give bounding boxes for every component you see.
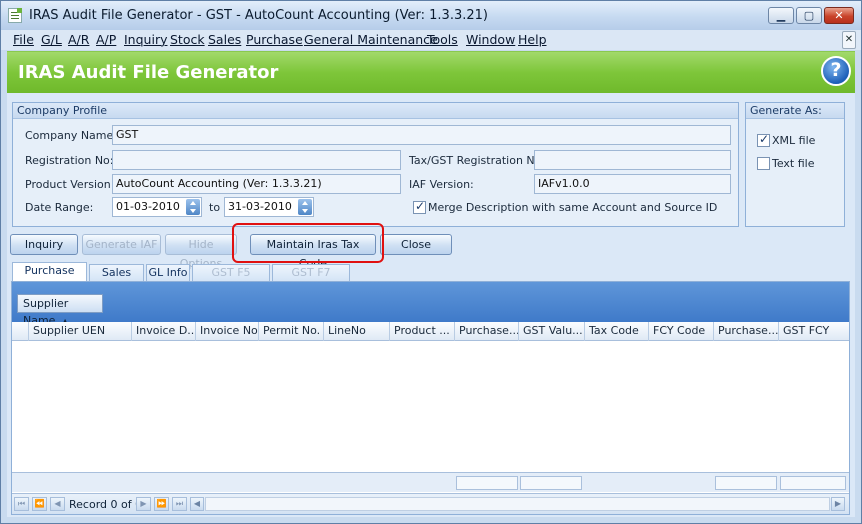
menu-ar[interactable]: A/R [68, 32, 89, 47]
tax-reg-label: Tax/GST Registration No: [409, 154, 546, 167]
menu-purchase[interactable]: Purchase [246, 32, 303, 47]
form-title: IRAS Audit File Generator [18, 62, 279, 83]
next-record-icon[interactable]: ▶ [136, 497, 151, 511]
first-record-icon[interactable]: ⏮ [14, 497, 29, 511]
footer-purchase-total [456, 476, 518, 490]
previous-record-icon[interactable]: ◀ [50, 497, 65, 511]
previous-page-icon[interactable]: ⏪ [32, 497, 47, 511]
registration-no-label: Registration No: [25, 154, 114, 167]
menu-ap[interactable]: A/P [96, 32, 116, 47]
generate-iaf-button[interactable]: Generate IAF [82, 234, 161, 255]
product-version-field: AutoCount Accounting (Ver: 1.3.3.21) [112, 174, 401, 194]
record-navigator: ⏮ ⏪ ◀ Record 0 of 0 ▶ ⏩ ⏭ ◀ ▶ [12, 493, 849, 514]
text-file-checkbox[interactable] [757, 157, 770, 170]
company-profile-caption: Company Profile [13, 103, 738, 119]
date-from-value: 01-03-2010 [116, 200, 180, 213]
col-gst-fcy[interactable]: GST FCY [778, 322, 849, 341]
col-permit-no[interactable]: Permit No. [258, 322, 323, 341]
date-from-dropdown-icon[interactable] [186, 199, 200, 215]
record-counter: Record 0 of 0 [69, 498, 143, 511]
iaf-version-field: IAFv1.0.0 [534, 174, 731, 194]
iaf-version-label: IAF Version: [409, 178, 474, 191]
footer-gst-total [520, 476, 582, 490]
xml-file-checkbox[interactable] [757, 132, 770, 147]
close-window-button[interactable]: ✕ [824, 7, 854, 24]
maximize-icon: ▢ [803, 9, 815, 22]
date-to-value: 31-03-2010 [228, 200, 292, 213]
date-from-input[interactable]: 01-03-2010 [112, 197, 202, 217]
tab-gst-f5-return[interactable]: GST F5 Return [192, 264, 270, 294]
footer-purchase-fcy-total [715, 476, 777, 490]
menu-general-maintenance[interactable]: General Maintenance [304, 32, 438, 47]
col-tax-code[interactable]: Tax Code [584, 322, 648, 341]
row-selector-header [12, 322, 24, 341]
app-icon [8, 8, 22, 23]
tab-gst-f7-return[interactable]: GST F7 Return [272, 264, 350, 294]
menu-help[interactable]: Help [518, 32, 547, 47]
date-to-dropdown-icon[interactable] [298, 199, 312, 215]
tab-sales-info[interactable]: Sales Info [89, 264, 144, 294]
col-line-no[interactable]: LineNo [323, 322, 389, 341]
registration-no-field[interactable] [112, 150, 401, 170]
col-invoice-date[interactable]: Invoice D... [131, 322, 195, 341]
col-purchase-value[interactable]: Purchase... [454, 322, 518, 341]
menu-file[interactable]: File [13, 32, 34, 47]
column-header-row: Supplier UEN Invoice D... Invoice No. Pe… [12, 322, 849, 341]
app-window: IRAS Audit File Generator - GST - AutoCo… [0, 0, 862, 524]
title-bar: IRAS Audit File Generator - GST - AutoCo… [1, 1, 861, 31]
menu-bar: File G/L A/R A/P Inquiry Stock Sales Pur… [1, 30, 861, 50]
date-to-input[interactable]: 31-03-2010 [224, 197, 314, 217]
col-fcy-code[interactable]: FCY Code [648, 322, 713, 341]
hide-options-button[interactable]: Hide Options [165, 234, 237, 270]
col-product[interactable]: Product ... [389, 322, 454, 341]
footer-gst-fcy-total [780, 476, 846, 490]
annotation-highlight [232, 223, 384, 263]
inquiry-button[interactable]: Inquiry [10, 234, 78, 255]
help-icon[interactable]: ? [821, 56, 851, 86]
col-gst-value[interactable]: GST Valu... [518, 322, 584, 341]
close-icon: ✕ [834, 9, 844, 22]
company-name-label: Company Name: [25, 129, 117, 142]
group-by-supplier-name[interactable]: Supplier Name ▲ [17, 294, 103, 327]
next-page-icon[interactable]: ⏩ [154, 497, 169, 511]
tab-gl-info[interactable]: GL Info [146, 264, 190, 281]
tax-reg-field[interactable] [534, 150, 731, 170]
summary-footer-row [12, 472, 849, 492]
generate-as-caption: Generate As: [746, 103, 844, 119]
text-file-label: Text file [772, 157, 815, 170]
menu-inquiry[interactable]: Inquiry [124, 32, 167, 47]
group-by-panel: Supplier Name ▲ [12, 282, 849, 327]
mdi-close-button[interactable]: ✕ [842, 31, 856, 49]
scroll-left-icon[interactable]: ◀ [190, 497, 204, 511]
menu-sales[interactable]: Sales [208, 32, 241, 47]
tab-purchase-info[interactable]: Purchase Info [12, 262, 87, 292]
merge-description-label: Merge Description with same Account and … [428, 201, 718, 214]
form-header: IRAS Audit File Generator ? [7, 51, 855, 93]
company-name-field[interactable]: GST [112, 125, 731, 145]
col-invoice-no[interactable]: Invoice No. [195, 322, 258, 341]
menu-gl[interactable]: G/L [41, 32, 62, 47]
minimize-button[interactable]: ▁ [768, 7, 794, 24]
close-button[interactable]: Close [380, 234, 452, 255]
purchase-info-grid: Supplier Name ▲ Supplier UEN Invoice D..… [11, 281, 850, 515]
to-label: to [209, 201, 221, 214]
scroll-right-icon[interactable]: ▶ [831, 497, 845, 511]
horizontal-scrollbar[interactable] [205, 497, 830, 511]
xml-file-label: XML file [772, 134, 816, 147]
maximize-button[interactable]: ▢ [796, 7, 822, 24]
col-supplier-uen[interactable]: Supplier UEN [28, 322, 131, 341]
minimize-icon: ▁ [776, 9, 786, 22]
menu-window[interactable]: Window [466, 32, 515, 47]
product-version-label: Product Version: [25, 178, 115, 191]
menu-stock[interactable]: Stock [170, 32, 205, 47]
window-title: IRAS Audit File Generator - GST - AutoCo… [29, 8, 488, 23]
col-purchase-fcy[interactable]: Purchase... [713, 322, 778, 341]
menu-tools[interactable]: Tools [427, 32, 458, 47]
date-range-label: Date Range: [25, 201, 94, 214]
merge-description-checkbox[interactable] [413, 199, 426, 214]
last-record-icon[interactable]: ⏭ [172, 497, 187, 511]
